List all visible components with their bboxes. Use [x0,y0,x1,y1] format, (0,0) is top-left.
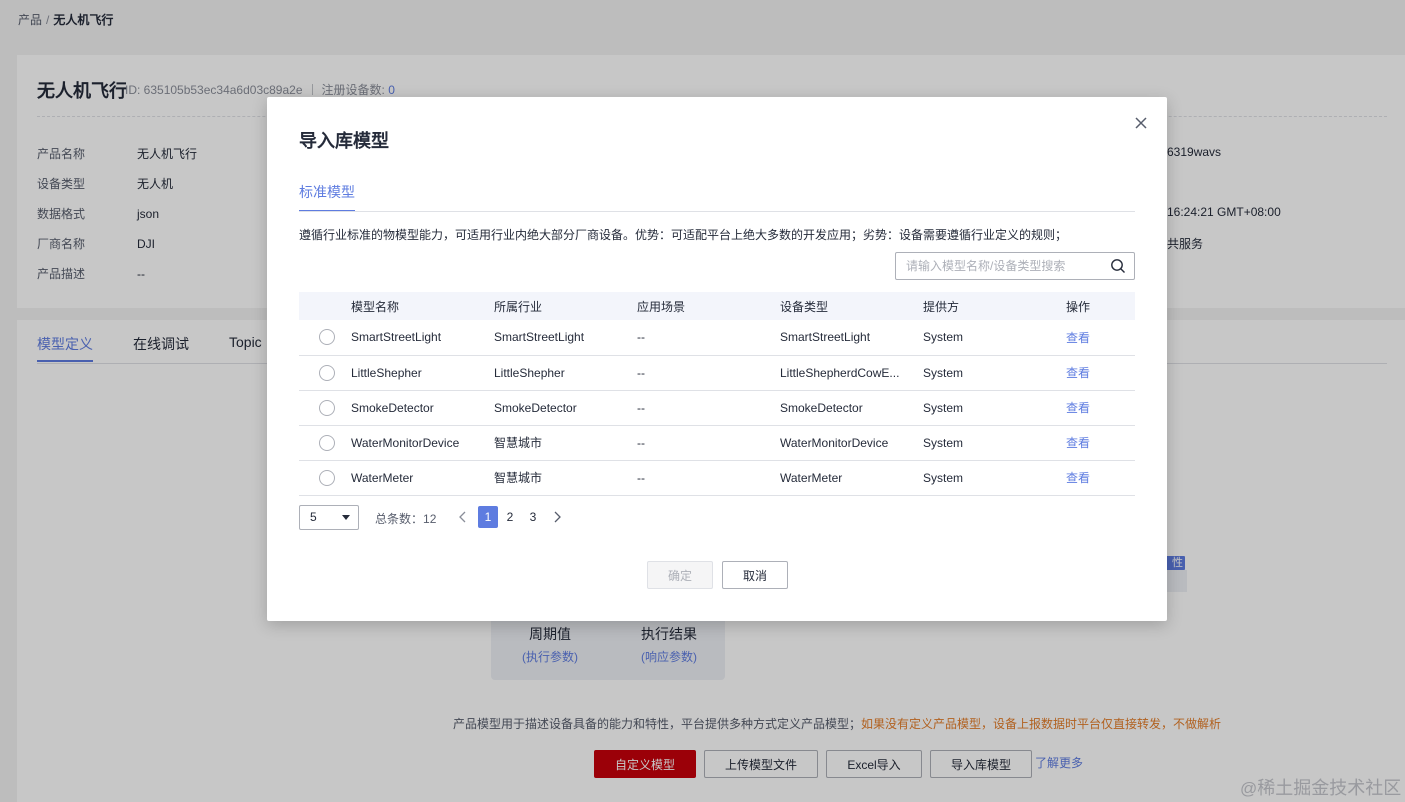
cell-device-type: SmartStreetLight [772,320,915,356]
cell-provider: System [915,355,1058,391]
cell-provider: System [915,390,1058,426]
cell-scene: -- [629,390,772,426]
table-header: 模型名称 所属行业 应用场景 设备类型 提供方 操作 [299,292,1135,320]
view-link[interactable]: 查看 [1066,436,1090,450]
row-select-cell [299,390,343,426]
cell-action: 查看 [1058,425,1135,461]
cell-industry: LittleShepher [486,355,629,391]
model-search-box[interactable] [895,252,1135,280]
model-table: 模型名称 所属行业 应用场景 设备类型 提供方 操作 SmartStreetLi… [299,292,1135,496]
cell-scene: -- [629,355,772,391]
total-value: 12 [423,512,437,526]
column-header-scene: 应用场景 [629,292,772,320]
row-radio[interactable] [319,329,335,346]
cell-device-type: WaterMeter [772,460,915,496]
cell-provider: System [915,460,1058,496]
cell-provider: System [915,320,1058,356]
import-library-model-dialog: 导入库模型 标准模型 遵循行业标准的物模型能力，可适用行业内绝大部分厂商设备。优… [267,97,1167,621]
chevron-right-icon[interactable] [549,509,565,525]
column-header-industry: 所属行业 [486,292,629,320]
table-row[interactable]: WaterMonitorDevice 智慧城市 -- WaterMonitorD… [299,425,1135,461]
row-select-cell [299,355,343,391]
cell-industry: SmokeDetector [486,390,629,426]
view-link[interactable]: 查看 [1066,401,1090,415]
model-search-input[interactable] [906,253,1106,279]
close-icon[interactable] [1131,113,1151,133]
cell-name: WaterMonitorDevice [343,425,486,461]
cell-device-type: SmokeDetector [772,390,915,426]
table-row[interactable]: WaterMeter 智慧城市 -- WaterMeter System 查看 [299,460,1135,496]
dialog-description: 遵循行业标准的物模型能力，可适用行业内绝大部分厂商设备。优势：可适配平台上绝大多… [299,228,1068,242]
row-radio[interactable] [319,364,335,381]
confirm-button[interactable]: 确定 [647,561,713,589]
search-icon[interactable] [1110,258,1126,274]
column-header-action: 操作 [1058,292,1135,320]
row-select-cell [299,460,343,496]
view-link[interactable]: 查看 [1066,471,1090,485]
row-select-cell [299,425,343,461]
chevron-left-icon[interactable] [455,509,471,525]
total-label: 总条数： [375,512,424,526]
column-header-name: 模型名称 [343,292,486,320]
table-row[interactable]: LittleShepher LittleShepher -- LittleShe… [299,355,1135,391]
cell-scene: -- [629,425,772,461]
page-2[interactable]: 2 [500,506,520,528]
row-radio[interactable] [319,469,335,486]
cell-industry: SmartStreetLight [486,320,629,356]
row-select-cell [299,320,343,356]
row-radio[interactable] [319,434,335,451]
dialog-title: 导入库模型 [299,131,389,151]
dialog-tab-divider [299,211,1135,212]
caret-down-icon [342,515,350,520]
page-size-value: 5 [310,510,317,524]
cancel-button[interactable]: 取消 [722,561,788,589]
tab-standard-model[interactable]: 标准模型 [299,182,355,212]
page-1[interactable]: 1 [478,506,498,528]
cell-action: 查看 [1058,320,1135,356]
cell-name: SmartStreetLight [343,320,486,356]
table-row[interactable]: SmokeDetector SmokeDetector -- SmokeDete… [299,390,1135,426]
view-link[interactable]: 查看 [1066,331,1090,345]
column-header-provider: 提供方 [915,292,1058,320]
cell-action: 查看 [1058,390,1135,426]
cell-action: 查看 [1058,460,1135,496]
cell-device-type: WaterMonitorDevice [772,425,915,461]
cell-scene: -- [629,320,772,356]
page-3[interactable]: 3 [523,506,543,528]
column-header-select [299,292,343,320]
cell-device-type: LittleShepherdCowE... [772,355,915,391]
column-header-device-type: 设备类型 [772,292,915,320]
cell-name: LittleShepher [343,355,486,391]
cell-name: SmokeDetector [343,390,486,426]
cell-industry: 智慧城市 [486,425,629,461]
cell-industry: 智慧城市 [486,460,629,496]
table-row[interactable]: SmartStreetLight SmartStreetLight -- Sma… [299,320,1135,356]
page-size-select[interactable]: 5 [299,505,359,530]
cell-scene: -- [629,460,772,496]
cell-provider: System [915,425,1058,461]
cell-action: 查看 [1058,355,1135,391]
view-link[interactable]: 查看 [1066,366,1090,380]
row-radio[interactable] [319,399,335,416]
total-count: 总条数：12 [375,510,436,527]
cell-name: WaterMeter [343,460,486,496]
